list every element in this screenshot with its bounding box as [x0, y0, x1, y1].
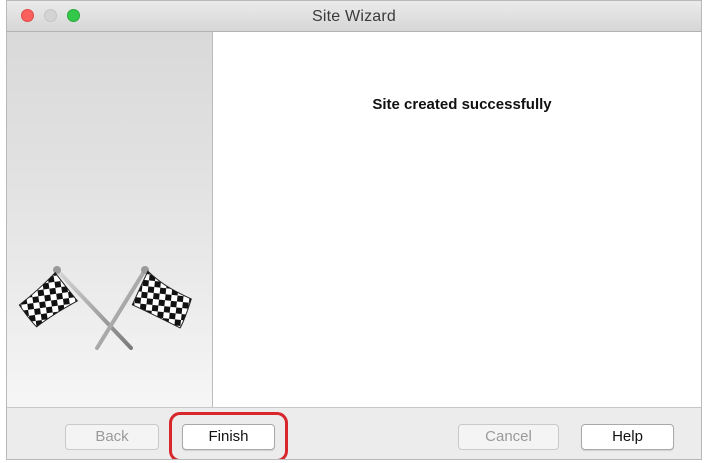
- cancel-button[interactable]: Cancel: [458, 424, 559, 450]
- wizard-sidebar: [7, 32, 213, 407]
- wizard-button-bar: Back Finish Cancel Help: [7, 407, 701, 459]
- window-title: Site Wizard: [312, 8, 396, 25]
- site-wizard-window: Site Wizard Site created successfully Ba…: [6, 0, 702, 460]
- success-message: Site created successfully: [372, 96, 552, 113]
- title-bar[interactable]: Site Wizard: [7, 1, 701, 32]
- help-button[interactable]: Help: [581, 424, 674, 450]
- back-button[interactable]: Back: [65, 424, 159, 450]
- wizard-content-panel: Site created successfully: [213, 32, 701, 407]
- finish-button[interactable]: Finish: [182, 424, 275, 450]
- checkered-flags-icon: [18, 266, 192, 350]
